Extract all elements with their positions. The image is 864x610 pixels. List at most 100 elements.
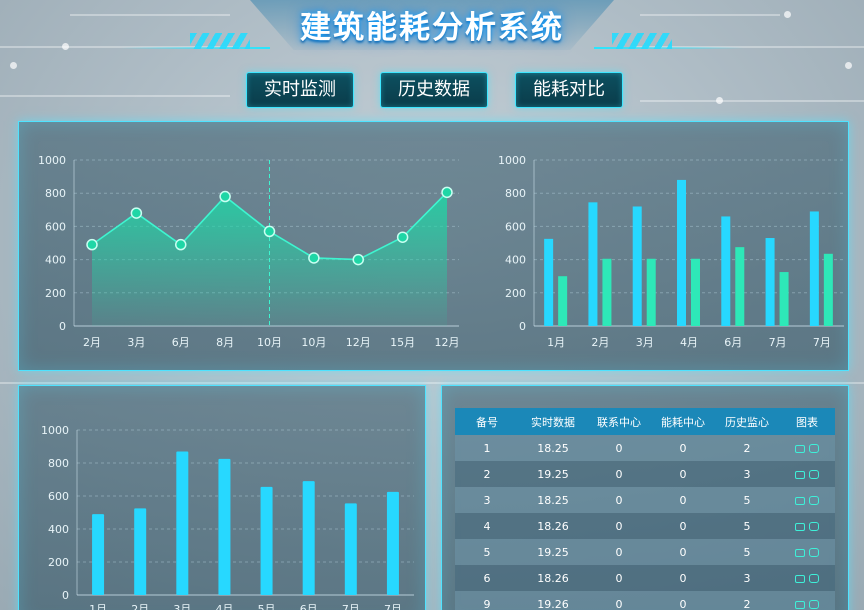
table-header-row: 备号 实时数据 联系中心 能耗中心 历史监心 图表 [455, 408, 835, 435]
y-tick-label: 600 [505, 220, 526, 233]
bar [302, 481, 315, 595]
x-tick-label: 3月 [173, 603, 191, 610]
x-tick-label: 7月 [384, 603, 402, 610]
database-icon[interactable] [809, 548, 819, 557]
table-cell: 19.26 [519, 591, 587, 610]
table-cell: 19.25 [519, 539, 587, 565]
y-tick-label: 1000 [498, 154, 526, 167]
data-point [175, 238, 187, 251]
database-icon[interactable] [809, 574, 819, 583]
window-icon[interactable] [795, 548, 805, 557]
table-cell: 18.25 [519, 487, 587, 513]
window-icon[interactable] [795, 496, 805, 505]
x-tick-label: 10月 [301, 336, 326, 349]
window-icon[interactable] [795, 600, 805, 609]
window-icon[interactable] [795, 574, 805, 583]
y-tick-label: 200 [505, 287, 526, 300]
window-icon[interactable] [795, 522, 805, 531]
table-cell: 3 [715, 565, 779, 591]
data-point [130, 207, 143, 219]
bar [823, 253, 833, 326]
x-tick-label: 5月 [258, 603, 276, 610]
bar [558, 276, 568, 326]
data-point [441, 186, 453, 199]
table-cell: 0 [587, 513, 651, 539]
table-cell-actions [779, 565, 835, 591]
table-cell: 0 [587, 591, 651, 610]
table-cell: 2 [455, 461, 519, 487]
table-cell: 0 [587, 565, 651, 591]
x-tick-label: 7月 [342, 603, 360, 610]
x-tick-label: 2月 [131, 603, 149, 610]
x-tick-label: 12月 [435, 336, 460, 349]
database-icon[interactable] [809, 496, 819, 505]
header: 建筑能耗分析系统 [0, 0, 864, 62]
bar [691, 258, 700, 326]
table-cell: 0 [651, 591, 715, 610]
bar [735, 247, 745, 326]
data-point [263, 225, 276, 238]
table-cell: 0 [587, 487, 651, 513]
y-tick-label: 0 [62, 589, 69, 602]
x-tick-label: 7月 [769, 336, 787, 349]
y-tick-label: 0 [59, 320, 66, 333]
x-tick-label: 3月 [127, 336, 145, 349]
x-tick-label: 1月 [89, 603, 107, 610]
y-tick-label: 800 [505, 187, 526, 200]
x-tick-label: 10月 [257, 336, 282, 349]
table-cell: 18.26 [519, 513, 587, 539]
y-tick-label: 400 [45, 254, 66, 267]
top-panel: 0 200 400 600 800 1000 2月 3月 6月 8月 10月 10月 12月 15月 12月… [18, 121, 849, 371]
table-row: 2 19.25 0 0 3 [455, 461, 835, 487]
data-point [352, 253, 364, 266]
bar [176, 451, 189, 595]
database-icon[interactable] [809, 600, 819, 609]
database-icon[interactable] [809, 444, 819, 453]
y-tick-label: 200 [45, 287, 66, 300]
x-tick-label: 12月 [346, 336, 371, 349]
nav-realtime-button[interactable]: 实时监测 [246, 72, 354, 108]
nav-compare-button[interactable]: 能耗对比 [515, 72, 623, 108]
table-row: 6 18.26 0 0 3 [455, 565, 835, 591]
table-row: 5 19.25 0 0 5 [455, 539, 835, 565]
table-cell: 0 [651, 539, 715, 565]
bar [632, 206, 642, 326]
table-cell: 0 [587, 539, 651, 565]
energy-grouped-bar-chart: 0 200 400 600 800 1000 1月 2月 3月 4月 6月 7月 7月 [498, 154, 844, 349]
y-tick-label: 800 [48, 457, 69, 470]
nav-history-button[interactable]: 历史数据 [380, 72, 488, 108]
table-cell: 5 [715, 539, 779, 565]
database-icon[interactable] [809, 470, 819, 479]
database-icon[interactable] [809, 522, 819, 531]
table-cell: 3 [715, 461, 779, 487]
bottom-left-panel: 0 200 400 600 800 1000 1月 2月 3月 4月 5月 6月 7月 7月 [18, 385, 426, 610]
bar [218, 458, 231, 595]
bar [588, 202, 598, 326]
x-tick-label: 4月 [680, 336, 698, 349]
table-cell: 2 [715, 435, 779, 461]
y-tick-label: 800 [45, 187, 66, 200]
table-row: 1 18.25 0 0 2 [455, 435, 835, 461]
window-icon[interactable] [795, 444, 805, 453]
table-row: 4 18.26 0 0 5 [455, 513, 835, 539]
y-tick-label: 1000 [41, 424, 69, 437]
table-row: 9 19.26 0 0 2 [455, 591, 835, 610]
energy-data-table: 备号 实时数据 联系中心 能耗中心 历史监心 图表 1 18.25 0 0 2 2 19.2… [455, 408, 835, 610]
table-cell: 0 [587, 435, 651, 461]
data-point [219, 190, 231, 203]
x-tick-label: 2月 [83, 336, 101, 349]
table-cell: 4 [455, 513, 519, 539]
bar [677, 179, 686, 326]
y-tick-label: 0 [519, 320, 526, 333]
table-cell: 5 [715, 513, 779, 539]
x-tick-label: 15月 [390, 336, 415, 349]
window-icon[interactable] [795, 470, 805, 479]
table-cell: 6 [455, 565, 519, 591]
x-tick-label: 2月 [591, 336, 609, 349]
main-nav: 实时监测 历史数据 能耗对比 [0, 72, 864, 108]
table-cell-actions [779, 461, 835, 487]
bar [344, 503, 357, 595]
bar [779, 272, 789, 326]
x-tick-label: 1月 [547, 336, 565, 349]
data-point [396, 231, 409, 243]
